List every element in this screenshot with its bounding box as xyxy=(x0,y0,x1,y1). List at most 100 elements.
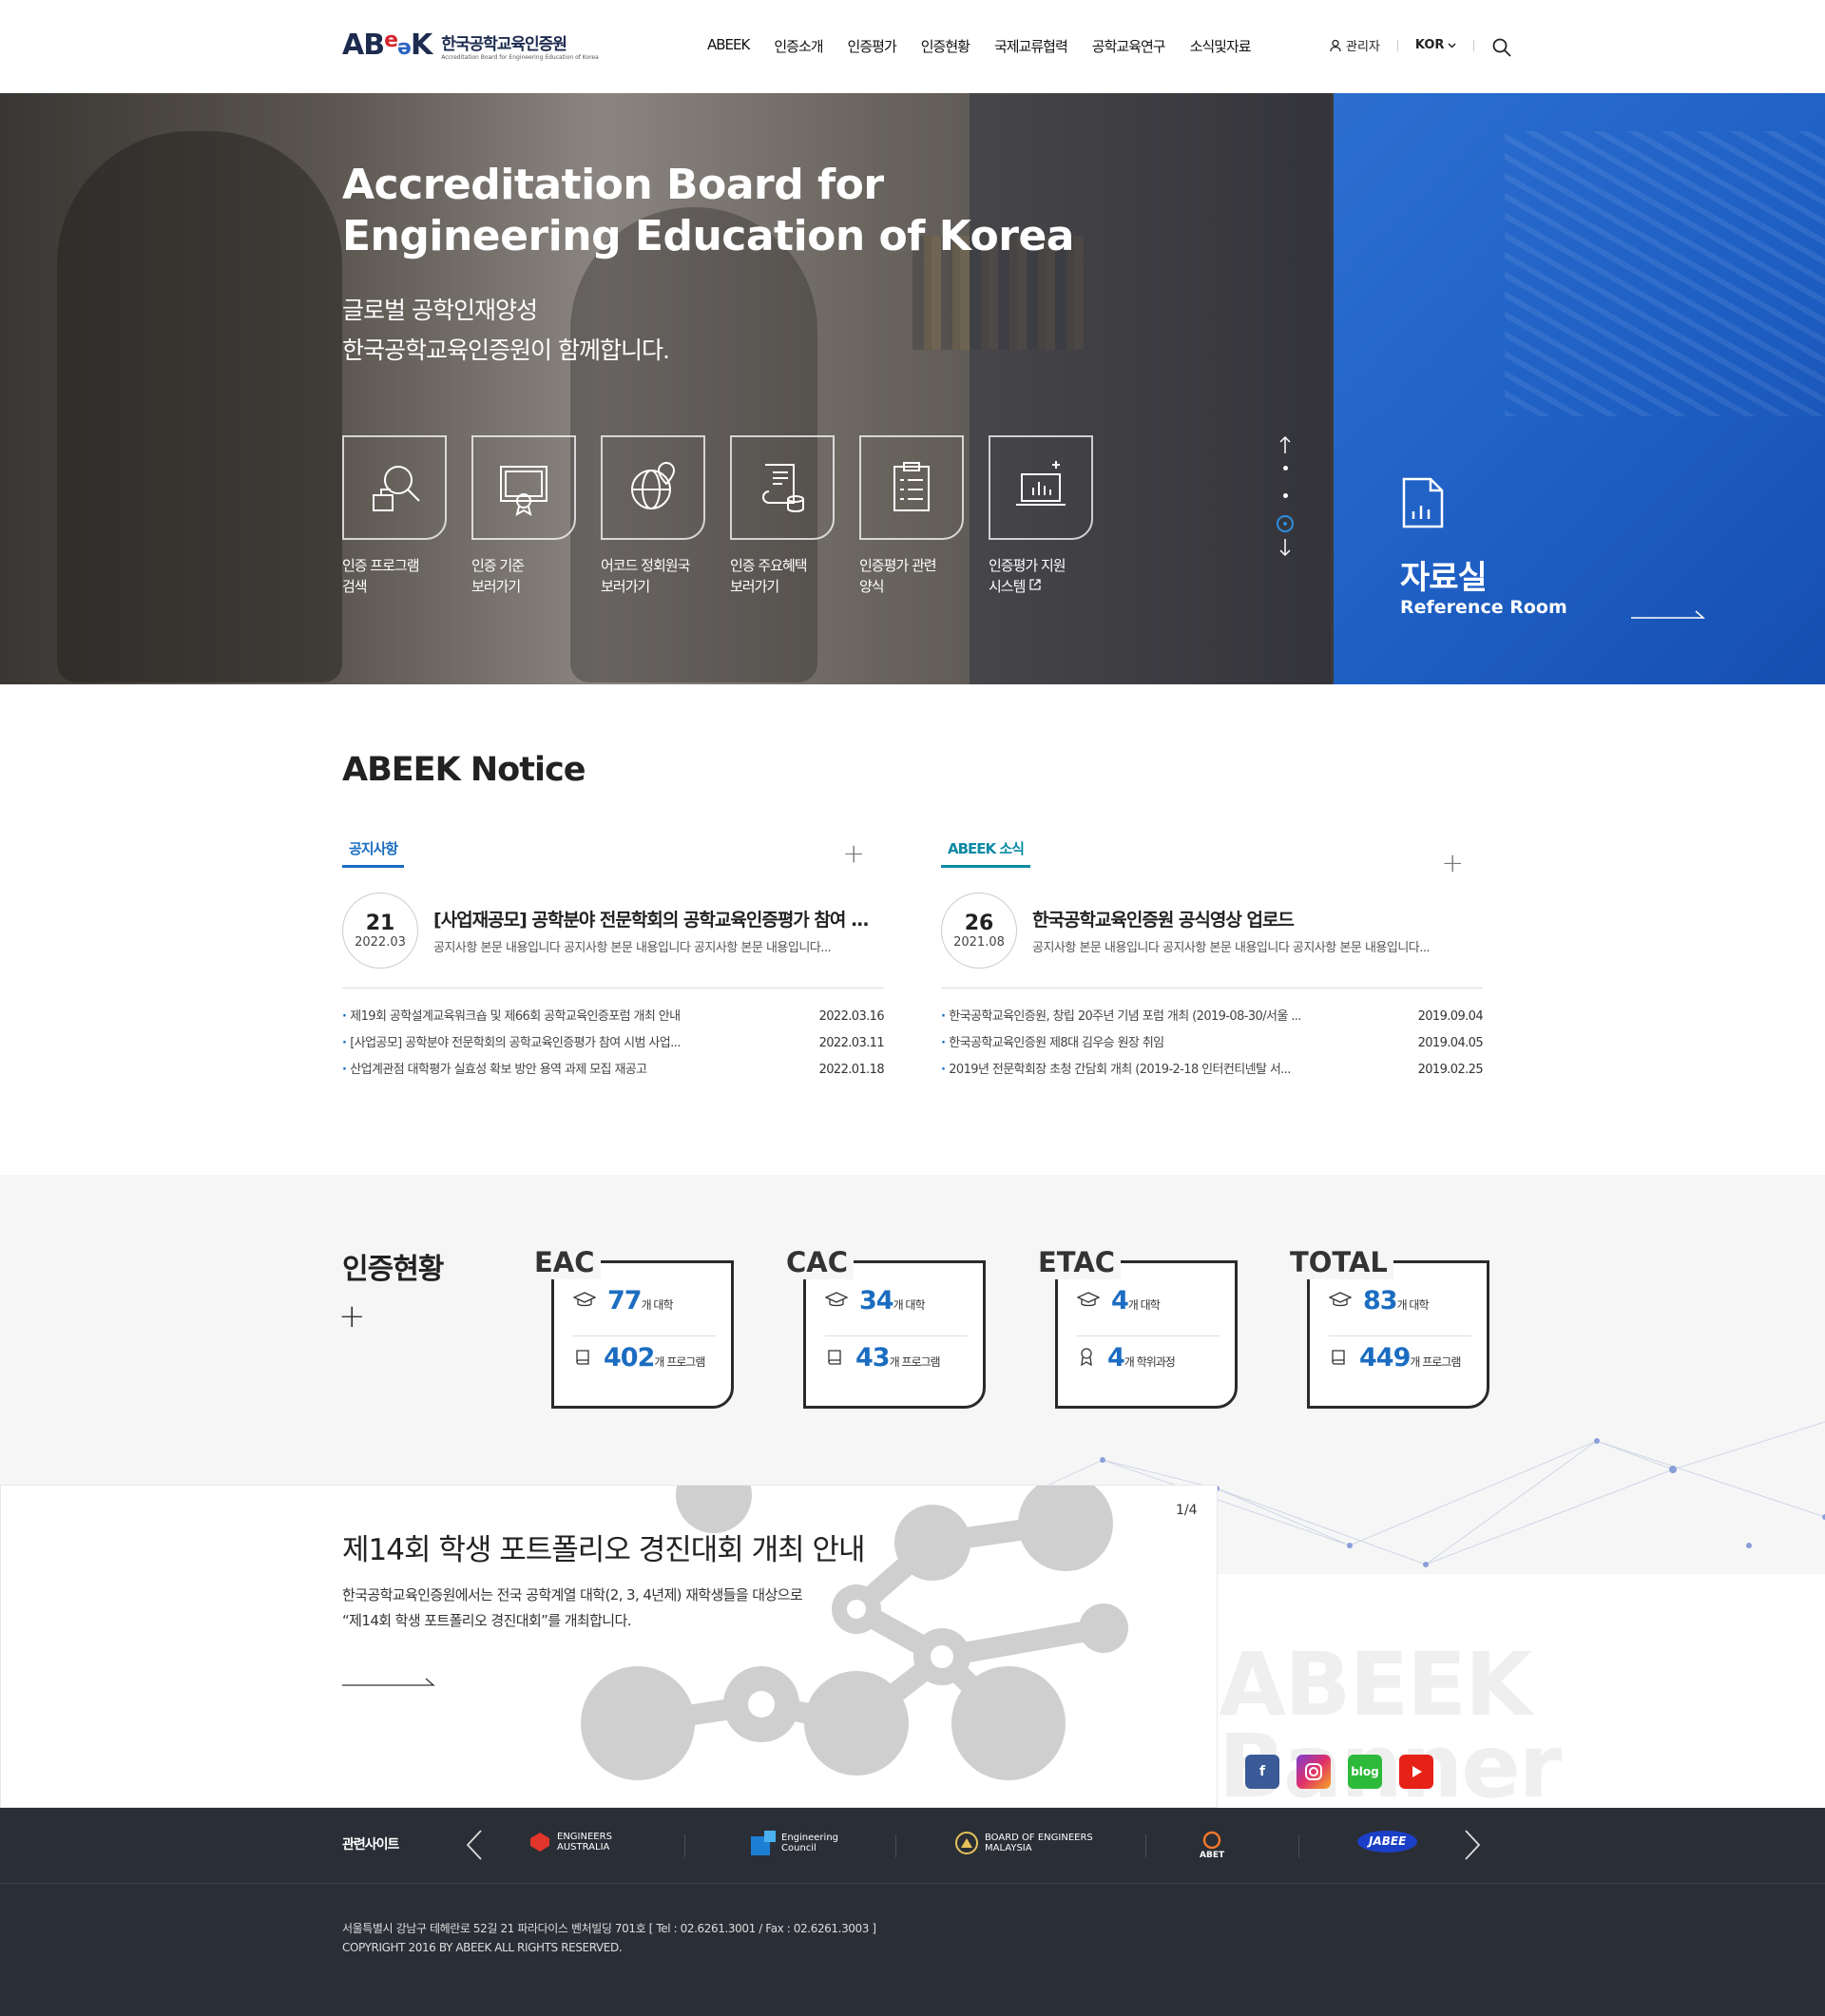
hero-title: Accreditation Board for Engineering Educ… xyxy=(342,161,1075,260)
stat-card-eac[interactable]: 77 개 대학 402 개 프로그램 EAC xyxy=(534,1245,734,1409)
nav-intro[interactable]: 인증소개 xyxy=(774,36,823,56)
site-logo[interactable]: ABeəK 한국공학교육인증원 Accreditation Board for … xyxy=(342,29,599,62)
featured-notice[interactable]: 21 2022.03 [사업재공모] 공학분야 전문학회의 공학교육인증평가 참… xyxy=(342,893,884,989)
list-item[interactable]: 한국공학교육인증원 제8대 김우승 원장 취임2019.04.05 xyxy=(941,1030,1483,1057)
nav-research[interactable]: 공학교육연구 xyxy=(1092,36,1166,56)
related-site-abet[interactable]: ABET xyxy=(1200,1831,1224,1861)
date-badge: 26 2021.08 xyxy=(941,893,1017,969)
more-plus-icon[interactable]: + xyxy=(843,840,865,867)
related-sites-label: 관련사이트 xyxy=(342,1837,399,1853)
quick-link-accord-members[interactable]: 어코드 정회원국 보러가기 xyxy=(601,435,730,597)
chevron-left-icon[interactable] xyxy=(466,1829,483,1861)
facebook-icon[interactable]: f xyxy=(1245,1755,1279,1789)
hero-visual: Accreditation Board for Engineering Educ… xyxy=(0,93,1334,684)
reference-room-link[interactable]: 자료실 Reference Room xyxy=(1334,93,1825,684)
list-item[interactable]: [사업공모] 공학분야 전문학회의 공학교육인증평가 참여 시범 사업...20… xyxy=(342,1030,884,1057)
search-magnifier-icon xyxy=(373,466,420,511)
site-header: ABeəK 한국공학교육인증원 Accreditation Board for … xyxy=(0,0,1825,93)
date-badge: 21 2022.03 xyxy=(342,893,418,969)
stat-label: ETAC xyxy=(1038,1245,1122,1279)
chevron-down-icon xyxy=(1448,42,1456,48)
nav-abeek[interactable]: ABEEK xyxy=(707,36,750,56)
stat-card-etac[interactable]: 4개 대학 4개 학위과정 ETAC xyxy=(1038,1245,1238,1409)
slide-dot-3-active[interactable] xyxy=(1277,515,1294,532)
quick-link-standards[interactable]: 인증 기준 보러가기 xyxy=(471,435,601,597)
arrow-right-icon xyxy=(1631,610,1705,619)
news-list: 한국공학교육인증원, 창립 20주년 기념 포럼 개최 (2019-08-30/… xyxy=(941,1004,1483,1084)
laptop-chart-icon xyxy=(1016,461,1066,506)
blog-icon[interactable]: blog xyxy=(1348,1755,1382,1789)
youtube-icon[interactable] xyxy=(1399,1755,1433,1789)
arrow-down-icon[interactable] xyxy=(1278,538,1292,557)
related-sites-bar: 관련사이트 ENGINEERS AUSTRALIA Engineering Co… xyxy=(0,1808,1825,1884)
quick-link-benefits[interactable]: 인증 주요혜택 보러가기 xyxy=(730,435,859,597)
banner-desc: 한국공학교육인증원에서는 전국 공학계열 대학(2, 3, 4년제) 재학생들을… xyxy=(342,1586,803,1629)
quick-link-support-system[interactable]: 인증평가 지원 시스템 xyxy=(989,435,1118,597)
sns-links: f blog xyxy=(1245,1755,1433,1789)
graduation-cap-icon xyxy=(1077,1292,1100,1307)
medal-icon xyxy=(1081,1348,1092,1366)
site-footer: 서울특별시 강남구 테헤란로 52길 21 파라다이스 벤처빌딩 701호 [ … xyxy=(0,1884,1825,2016)
featured-news[interactable]: 26 2021.08 한국공학교육인증원 공식영상 업로드 공지사항 본문 내용… xyxy=(941,893,1483,989)
stats-more-plus-icon[interactable]: + xyxy=(338,1300,366,1333)
globe-pin-icon xyxy=(631,461,676,509)
list-item[interactable]: 2019년 전문학회장 초청 간담회 개최 (2019-2-18 인터컨티넨탈 … xyxy=(941,1057,1483,1084)
book-icon xyxy=(576,1350,589,1365)
book-icon xyxy=(828,1350,841,1365)
logo-mark: ABeəK xyxy=(342,29,432,62)
related-site-bem-malaysia[interactable]: BOARD OF ENGINEERS MALAYSIA xyxy=(954,1831,1093,1855)
admin-link[interactable]: 관리자 xyxy=(1329,36,1380,54)
featured-title: 한국공학교육인증원 공식영상 업로드 xyxy=(1032,910,1295,931)
search-icon[interactable] xyxy=(1492,38,1511,57)
related-site-engineering-council[interactable]: Engineering Council xyxy=(751,1831,838,1855)
book-icon xyxy=(1332,1350,1345,1365)
instagram-icon[interactable] xyxy=(1297,1755,1331,1789)
arrow-up-icon[interactable] xyxy=(1278,435,1292,454)
language-select[interactable]: KOR xyxy=(1415,38,1457,52)
arrow-right-icon[interactable] xyxy=(342,1676,437,1687)
logo-korean-name: 한국공학교육인증원 xyxy=(441,34,567,54)
nav-evaluation[interactable]: 인증평가 xyxy=(848,36,897,56)
list-item[interactable]: 한국공학교육인증원, 창립 20주년 기념 포럼 개최 (2019-08-30/… xyxy=(941,1004,1483,1030)
notice-board: 공지사항 + 21 2022.03 [사업재공모] 공학분야 전문학회의 공학교… xyxy=(342,838,885,1084)
logo-english-name: Accreditation Board for Engineering Educ… xyxy=(441,53,599,61)
featured-title: [사업재공모] 공학분야 전문학회의 공학교육인증평가 참여 ... xyxy=(433,910,869,931)
banner-pagination: 1/4 xyxy=(1176,1503,1198,1518)
featured-desc: 공지사항 본문 내용입니다 공지사항 본문 내용입니다 공지사항 본문 내용입니… xyxy=(1032,941,1431,955)
list-item[interactable]: 제19회 공학설계교육워크숍 및 제66회 공학교육인증포럼 개최 안내2022… xyxy=(342,1004,884,1030)
scroll-coins-icon xyxy=(762,464,804,513)
related-site-engineers-australia[interactable]: ENGINEERS AUSTRALIA xyxy=(528,1831,612,1853)
event-banner[interactable]: 1/4 제14회 학생 포트폴리오 경진대회 개최 안내 한국공학교육인증원에서… xyxy=(0,1485,1218,1808)
quick-link-program-search[interactable]: 인증 프로그램 검색 xyxy=(342,435,471,597)
nav-news[interactable]: 소식및자료 xyxy=(1190,36,1252,56)
certificate-icon xyxy=(500,466,548,517)
tab-notice[interactable]: 공지사항 xyxy=(342,838,405,868)
hero-slider-controls xyxy=(1274,435,1297,557)
related-site-jabee[interactable]: JABEE xyxy=(1357,1831,1418,1853)
news-board: ABEEK 소식 + 26 2021.08 한국공학교육인증원 공식영상 업로드… xyxy=(941,838,1484,1084)
footer-address: 서울특별시 강남구 테헤란로 52길 21 파라다이스 벤처빌딩 701호 [ … xyxy=(342,1922,876,1935)
graduation-cap-icon xyxy=(1329,1292,1352,1307)
stat-card-total[interactable]: 83 개 대학 449 개 프로그램 TOTAL xyxy=(1290,1245,1489,1409)
nav-international[interactable]: 국제교류협력 xyxy=(994,36,1068,56)
tab-abeek-news[interactable]: ABEEK 소식 xyxy=(941,838,1030,868)
graduation-cap-icon xyxy=(573,1292,596,1307)
user-icon xyxy=(1330,39,1341,51)
clipboard-icon xyxy=(893,462,930,511)
nav-status[interactable]: 인증현황 xyxy=(921,36,970,56)
utility-menu: 관리자 KOR xyxy=(1329,36,1491,54)
stat-card-cac[interactable]: 34 개 대학 43 개 프로그램 CAC xyxy=(786,1245,986,1409)
graduation-cap-icon xyxy=(825,1292,848,1307)
footer-copyright: COPYRIGHT 2016 BY ABEEK ALL RIGHTS RESER… xyxy=(342,1941,623,1954)
reference-room-title: 자료실 xyxy=(1400,559,1488,597)
more-plus-icon[interactable]: + xyxy=(1442,850,1464,876)
slide-dot-2[interactable] xyxy=(1282,493,1288,498)
featured-desc: 공지사항 본문 내용입니다 공지사항 본문 내용입니다 공지사항 본문 내용입니… xyxy=(433,941,832,955)
chevron-right-icon[interactable] xyxy=(1464,1829,1481,1861)
admin-label: 관리자 xyxy=(1346,40,1380,54)
list-item[interactable]: 산업계관점 대학평가 실효성 확보 방안 용역 과제 모집 재공고2022.01… xyxy=(342,1057,884,1084)
quick-link-forms[interactable]: 인증평가 관련 양식 xyxy=(859,435,989,597)
reference-room-subtitle: Reference Room xyxy=(1400,597,1567,618)
stat-label: EAC xyxy=(534,1245,601,1279)
slide-dot-1[interactable] xyxy=(1282,466,1288,470)
